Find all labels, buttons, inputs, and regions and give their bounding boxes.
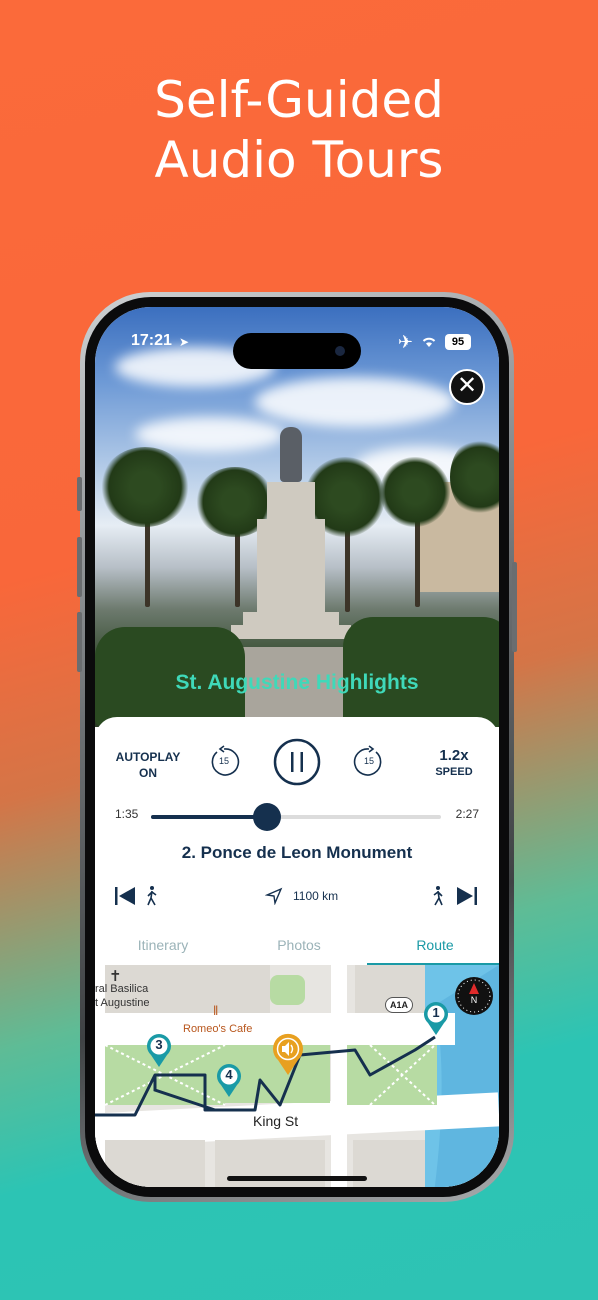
speed-label: SPEED bbox=[435, 766, 473, 778]
app-screen: 17:21 ➤ ✈ 95 ✕ St. Augustine Highlights bbox=[95, 307, 499, 1187]
location-arrow-icon: ➤ bbox=[179, 335, 190, 349]
headline: Self-Guided Audio Tours bbox=[0, 70, 598, 190]
home-indicator bbox=[227, 1176, 367, 1181]
pause-button[interactable] bbox=[273, 738, 321, 786]
tab-bar: Itinerary Photos Route bbox=[95, 931, 499, 965]
tour-title: St. Augustine Highlights bbox=[175, 671, 419, 694]
previous-stop-button[interactable] bbox=[115, 881, 165, 911]
map-pin-3[interactable]: 3 bbox=[145, 1033, 173, 1069]
basilica-label-1: ral Basilica bbox=[95, 983, 149, 995]
wifi-icon bbox=[421, 336, 437, 348]
walking-icon bbox=[433, 886, 443, 906]
phone-power-button bbox=[512, 562, 517, 652]
phone-volume-down bbox=[77, 612, 82, 672]
next-stop-button[interactable] bbox=[429, 881, 479, 911]
map-pin-1[interactable]: 1 bbox=[422, 1001, 450, 1037]
tab-route[interactable]: Route bbox=[367, 931, 499, 965]
cafe-label: Romeo's Cafe bbox=[183, 1023, 253, 1035]
progress-slider[interactable] bbox=[151, 803, 441, 831]
progress-thumb[interactable] bbox=[253, 803, 281, 831]
current-stop-pin[interactable] bbox=[271, 1033, 305, 1077]
route-map[interactable]: ✝ ral Basilica t Augustine ǁ Romeo's Caf… bbox=[95, 965, 499, 1187]
autoplay-state: ON bbox=[139, 766, 157, 780]
previous-icon bbox=[115, 887, 135, 905]
headline-line-1: Self-Guided bbox=[154, 71, 444, 129]
pin-number: 4 bbox=[225, 1067, 233, 1082]
autoplay-toggle[interactable]: AUTOPLAY ON bbox=[113, 749, 183, 781]
compass-north-label: N bbox=[470, 995, 478, 1005]
tab-photos[interactable]: Photos bbox=[231, 931, 367, 965]
stop-title: 2. Ponce de Leon Monument bbox=[181, 843, 413, 862]
tab-itinerary[interactable]: Itinerary bbox=[95, 931, 231, 965]
skip-forward-seconds: 15 bbox=[363, 756, 374, 766]
skip-back-seconds: 15 bbox=[218, 756, 229, 766]
pause-icon bbox=[273, 738, 321, 786]
skip-back-button[interactable]: 15 bbox=[207, 745, 241, 779]
compass-button[interactable]: N bbox=[455, 977, 493, 1015]
close-icon: ✕ bbox=[456, 372, 478, 399]
walking-icon bbox=[147, 886, 157, 906]
airplane-mode-icon: ✈ bbox=[397, 332, 413, 352]
phone-action-button bbox=[77, 477, 82, 511]
speed-value: 1.2x bbox=[439, 747, 469, 764]
next-icon bbox=[457, 887, 477, 905]
phone-volume-up bbox=[77, 537, 82, 597]
speaker-icon bbox=[273, 1033, 303, 1075]
monument-photo bbox=[95, 307, 499, 727]
basilica-label-2: t Augustine bbox=[95, 997, 150, 1009]
status-bar: 17:21 ➤ ✈ 95 bbox=[95, 325, 499, 369]
street-label: King St bbox=[253, 1113, 299, 1129]
total-time: 2:27 bbox=[455, 807, 479, 821]
restaurant-icon: ǁ bbox=[213, 1003, 219, 1018]
status-time: 17:21 bbox=[131, 332, 172, 349]
autoplay-label: AUTOPLAY bbox=[115, 750, 181, 764]
pin-number: 3 bbox=[155, 1037, 163, 1052]
battery-indicator: 95 bbox=[445, 334, 471, 350]
close-button[interactable]: ✕ bbox=[449, 369, 485, 405]
map-pin-4[interactable]: 4 bbox=[215, 1063, 243, 1099]
phone-frame: 17:21 ➤ ✈ 95 ✕ St. Augustine Highlights bbox=[77, 292, 517, 1202]
navigation-arrow-icon bbox=[265, 887, 283, 905]
dynamic-island bbox=[233, 333, 361, 369]
highway-shield: A1A bbox=[385, 997, 413, 1013]
playback-speed-button[interactable]: 1.2x SPEED bbox=[429, 747, 479, 779]
stop-navigation: 1100 km bbox=[95, 881, 499, 911]
elapsed-time: 1:35 bbox=[115, 807, 139, 821]
skip-forward-button[interactable]: 15 bbox=[352, 745, 386, 779]
distance-indicator: 1100 km bbox=[265, 881, 338, 911]
headline-line-2: Audio Tours bbox=[154, 131, 444, 189]
progress-fill bbox=[151, 815, 267, 819]
distance-value: 1100 km bbox=[293, 889, 339, 903]
pin-number: 1 bbox=[432, 1005, 440, 1020]
